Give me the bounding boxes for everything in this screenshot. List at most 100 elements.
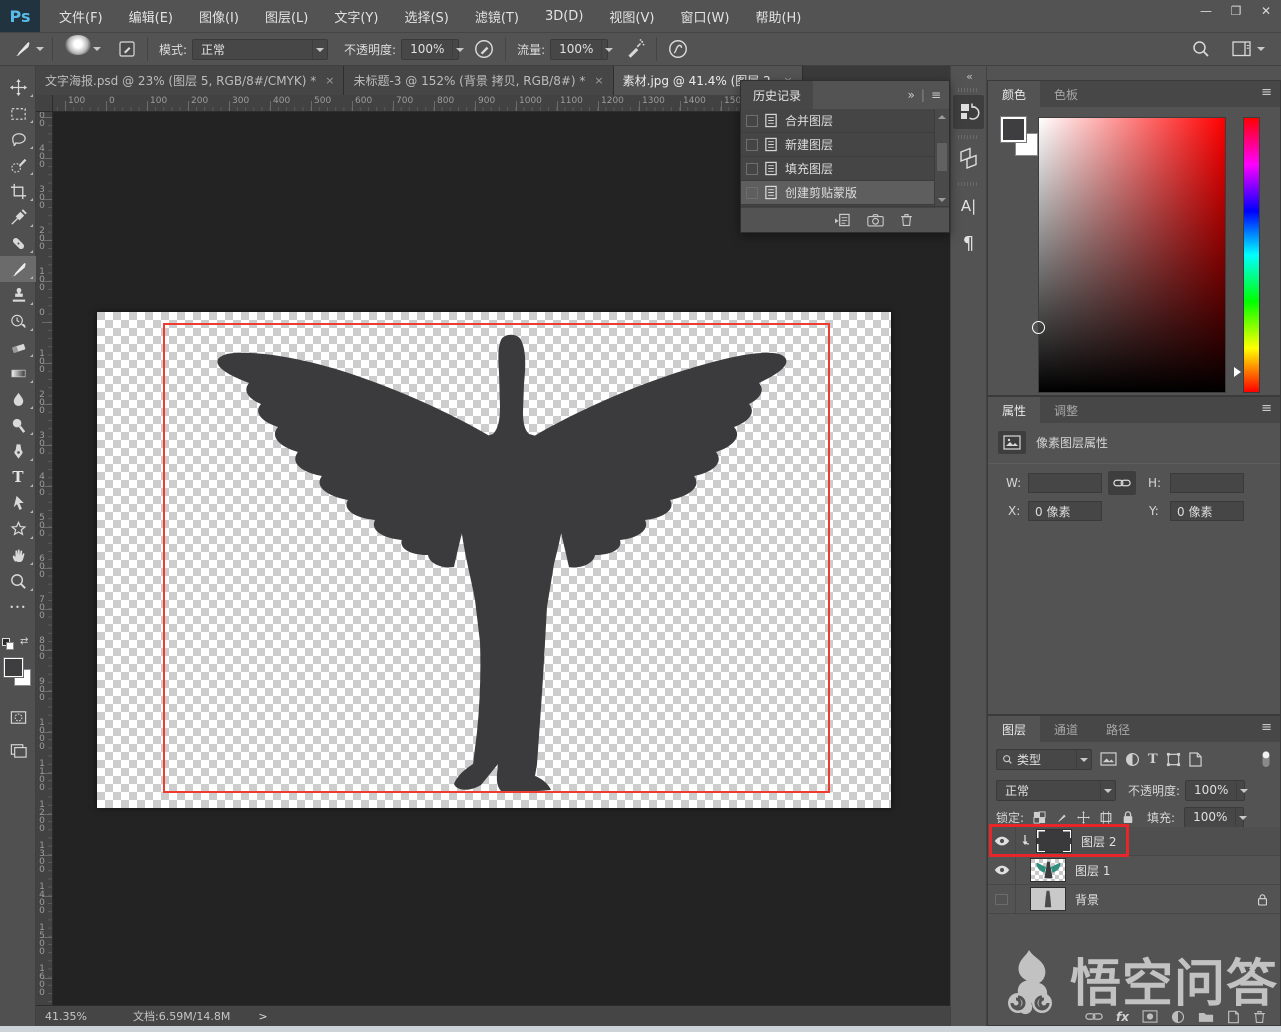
- close-button[interactable]: ✕: [1251, 0, 1281, 21]
- tab-color[interactable]: 颜色: [988, 81, 1040, 107]
- gradient-tool[interactable]: [0, 360, 36, 386]
- zoom-level-field[interactable]: 41.35%: [45, 1010, 117, 1023]
- history-state-3[interactable]: 创建剪贴蒙版: [741, 181, 936, 205]
- toolbar-more-icon[interactable]: •••: [0, 594, 36, 620]
- height-field[interactable]: [1170, 473, 1244, 493]
- visibility-toggle[interactable]: [988, 856, 1016, 884]
- workspace-chevron[interactable]: [1257, 44, 1267, 54]
- layer-blend-mode-dropdown[interactable]: 正常: [996, 780, 1116, 801]
- hand-tool[interactable]: [0, 542, 36, 568]
- background-thumbnail[interactable]: [1030, 887, 1066, 911]
- scroll-up-arrow[interactable]: [938, 111, 946, 119]
- filter-toggle-switch[interactable]: [1260, 750, 1272, 768]
- history-source-checkbox[interactable]: [746, 163, 758, 175]
- tab-paths[interactable]: 路径: [1092, 716, 1144, 742]
- eyedropper-tool[interactable]: [0, 204, 36, 230]
- history-collapse-icon[interactable]: »: [908, 88, 915, 102]
- menu-item-3[interactable]: 图层(L): [252, 0, 321, 32]
- link-dimensions-icon[interactable]: [1108, 471, 1136, 495]
- history-panel-title[interactable]: 历史记录: [741, 81, 813, 109]
- menu-item-10[interactable]: 帮助(H): [742, 0, 814, 32]
- width-field[interactable]: [1028, 473, 1102, 493]
- new-document-from-state-icon[interactable]: [834, 213, 851, 227]
- collapse-dock-icon[interactable]: «: [951, 70, 988, 83]
- tab-properties[interactable]: 属性: [988, 397, 1040, 423]
- link-layers-icon[interactable]: [1085, 1011, 1103, 1022]
- hue-slider-arrow[interactable]: [1234, 367, 1246, 377]
- spot-healing-brush-tool[interactable]: [0, 230, 36, 256]
- panel-menu-icon[interactable]: ≡: [1261, 716, 1280, 742]
- menu-item-8[interactable]: 视图(V): [596, 0, 667, 32]
- foreground-color-swatch[interactable]: [4, 658, 23, 677]
- crop-tool[interactable]: [0, 178, 36, 204]
- saturation-brightness-field[interactable]: [1038, 117, 1226, 393]
- new-snapshot-icon[interactable]: [867, 213, 884, 227]
- document-tab-1[interactable]: 未标题-3 @ 152% (背景 拷贝, RGB/8#) *×: [344, 66, 613, 95]
- menu-item-5[interactable]: 选择(S): [391, 0, 461, 32]
- eraser-tool[interactable]: [0, 334, 36, 360]
- vertical-ruler[interactable]: 5004003002001000100200300400500600700800…: [36, 112, 53, 1005]
- lock-all-icon[interactable]: [1122, 810, 1134, 824]
- history-source-checkbox[interactable]: [746, 139, 758, 151]
- layer-row-layer1[interactable]: 图层 1: [988, 856, 1280, 885]
- lasso-tool[interactable]: [0, 126, 36, 152]
- blend-mode-dropdown[interactable]: 正常: [192, 39, 328, 60]
- document-tab-0[interactable]: 文字海报.psd @ 23% (图层 5, RGB/8#/CMYK) *×: [36, 66, 344, 95]
- path-selection-tool[interactable]: [0, 490, 36, 516]
- delete-layer-icon[interactable]: [1253, 1010, 1266, 1024]
- menu-item-7[interactable]: 3D(D): [532, 0, 596, 32]
- lock-artboard-icon[interactable]: [1099, 811, 1113, 824]
- x-field[interactable]: 0 像素: [1028, 501, 1102, 521]
- y-field[interactable]: 0 像素: [1170, 501, 1244, 521]
- maximize-button[interactable]: ❐: [1221, 0, 1251, 21]
- minimize-button[interactable]: —: [1191, 0, 1221, 21]
- smoothing-icon[interactable]: [663, 35, 693, 63]
- brush-panel-toggle-icon[interactable]: [113, 35, 141, 63]
- close-tab-icon[interactable]: ×: [325, 74, 334, 87]
- add-mask-icon[interactable]: [1142, 1010, 1158, 1023]
- layer-row-background[interactable]: 背景: [988, 885, 1280, 914]
- layer-filter-dropdown[interactable]: 类型: [996, 749, 1092, 770]
- quick-selection-tool[interactable]: [0, 152, 36, 178]
- canvas-pasteboard[interactable]: [53, 112, 950, 1005]
- brush-tool-icon[interactable]: [8, 35, 36, 63]
- history-scrollbar[interactable]: [934, 109, 949, 208]
- layer-name[interactable]: 图层 1: [1075, 862, 1110, 879]
- tab-swatches[interactable]: 色板: [1040, 81, 1092, 107]
- history-state-2[interactable]: 填充图层: [741, 157, 936, 181]
- panel-menu-icon[interactable]: ≡: [1261, 81, 1280, 107]
- zoom-tool[interactable]: [0, 568, 36, 594]
- ruler-origin[interactable]: [36, 95, 53, 112]
- filter-smart-object-icon[interactable]: [1189, 752, 1202, 767]
- layer-fill-dropdown[interactable]: 100%: [1184, 807, 1244, 828]
- menu-item-9[interactable]: 窗口(W): [667, 0, 742, 32]
- menu-item-4[interactable]: 文字(Y): [321, 0, 391, 32]
- brush-preview[interactable]: [65, 35, 91, 55]
- dodge-tool[interactable]: [0, 412, 36, 438]
- clone-source-panel-icon[interactable]: [953, 142, 984, 176]
- paragraph-panel-icon[interactable]: ¶: [953, 226, 984, 260]
- scroll-thumb[interactable]: [937, 143, 947, 171]
- custom-shape-tool[interactable]: [0, 516, 36, 542]
- history-state-0[interactable]: 合并图层: [741, 109, 936, 133]
- filter-adjustment-icon[interactable]: [1125, 752, 1140, 767]
- lock-pixels-icon[interactable]: [1055, 811, 1068, 824]
- adjustment-layer-icon[interactable]: [1171, 1010, 1185, 1024]
- menu-item-6[interactable]: 滤镜(T): [462, 0, 532, 32]
- flow-dropdown[interactable]: 100%: [550, 39, 608, 60]
- filter-shape-icon[interactable]: [1166, 752, 1181, 767]
- tab-adjustments[interactable]: 调整: [1040, 397, 1092, 423]
- new-group-icon[interactable]: [1198, 1010, 1214, 1023]
- tab-layers[interactable]: 图层: [988, 716, 1040, 742]
- history-panel-icon[interactable]: [953, 95, 984, 129]
- color-cursor[interactable]: [1032, 321, 1045, 334]
- quick-mask-button[interactable]: [0, 704, 36, 730]
- hue-slider[interactable]: [1243, 117, 1260, 393]
- filter-pixel-icon[interactable]: [1100, 752, 1117, 766]
- default-colors-icon[interactable]: [2, 638, 16, 650]
- document-canvas[interactable]: [97, 312, 891, 808]
- new-layer-icon[interactable]: [1227, 1010, 1240, 1024]
- search-icon[interactable]: [1187, 35, 1215, 63]
- panel-menu-icon[interactable]: ≡: [1261, 397, 1280, 423]
- filter-type-icon[interactable]: T: [1148, 752, 1158, 767]
